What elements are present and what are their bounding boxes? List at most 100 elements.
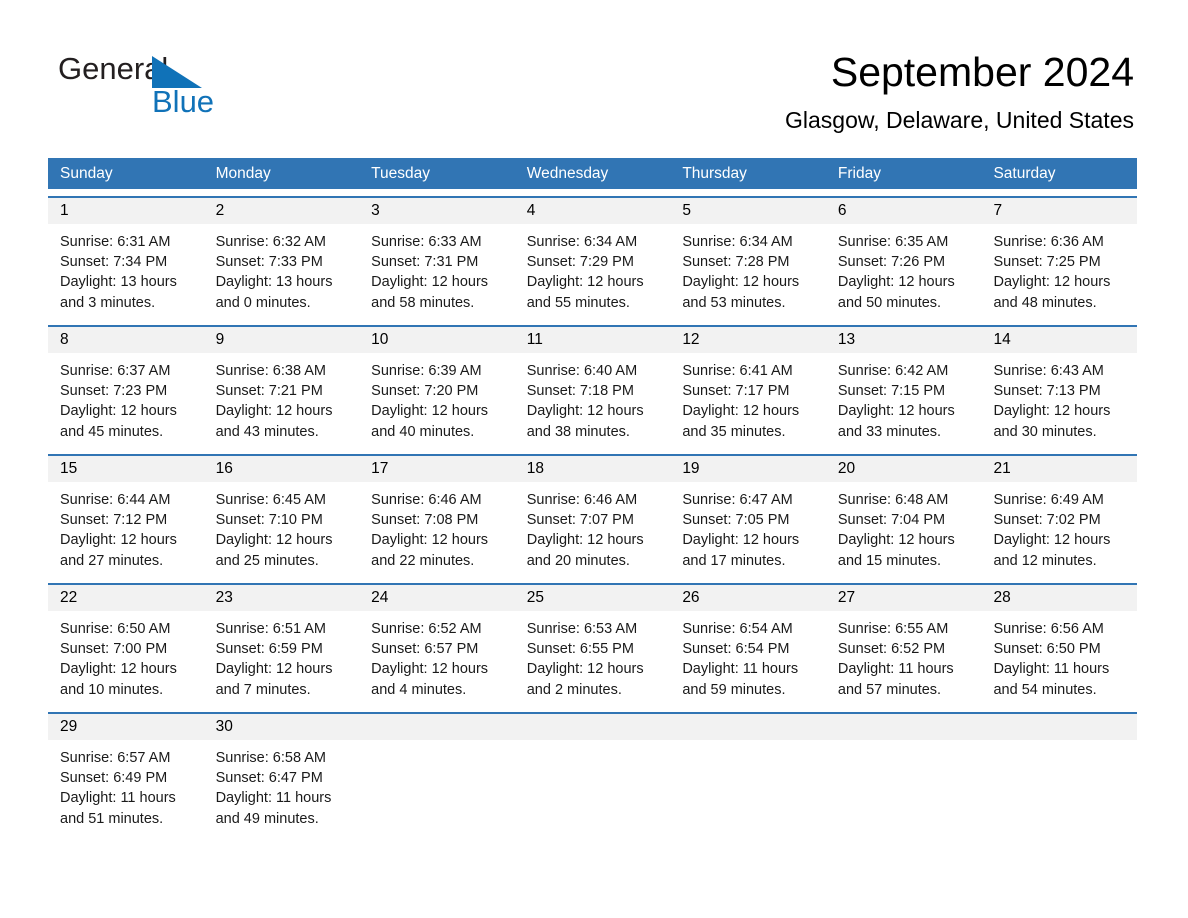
calendar-page: General Blue September 2024 Glasgow, Del…	[0, 0, 1188, 918]
daylight-text-line1: Daylight: 12 hours	[60, 661, 177, 678]
day-number: 10	[359, 327, 515, 353]
day-cell-empty	[359, 714, 515, 834]
day-cell[interactable]: 16 Sunrise: 6:45 AM Sunset: 7:10 PM Dayl…	[203, 456, 360, 576]
daylight-text-line2: and 51 minutes.	[60, 810, 164, 827]
day-cell[interactable]: 28 Sunrise: 6:56 AM Sunset: 6:50 PM Dayl…	[981, 585, 1138, 705]
day-cell[interactable]: 11 Sunrise: 6:40 AM Sunset: 7:18 PM Dayl…	[514, 327, 671, 447]
daylight-text-line1: Daylight: 13 hours	[60, 274, 177, 291]
day-details: Sunrise: 6:45 AM Sunset: 7:10 PM Dayligh…	[204, 482, 360, 571]
day-cell[interactable]: 5 Sunrise: 6:34 AM Sunset: 7:28 PM Dayli…	[670, 198, 826, 318]
day-cell[interactable]: 24 Sunrise: 6:52 AM Sunset: 6:57 PM Dayl…	[359, 585, 515, 705]
day-details: Sunrise: 6:53 AM Sunset: 6:55 PM Dayligh…	[515, 611, 671, 700]
day-cell[interactable]: 20 Sunrise: 6:48 AM Sunset: 7:04 PM Dayl…	[825, 456, 982, 576]
day-cell[interactable]: 6 Sunrise: 6:35 AM Sunset: 7:26 PM Dayli…	[825, 198, 982, 318]
day-cell-empty	[981, 714, 1138, 834]
sunset-text: Sunset: 7:08 PM	[371, 512, 479, 529]
day-cell[interactable]: 19 Sunrise: 6:47 AM Sunset: 7:05 PM Dayl…	[670, 456, 826, 576]
day-cell[interactable]: 15 Sunrise: 6:44 AM Sunset: 7:12 PM Dayl…	[48, 456, 204, 576]
day-number: 20	[825, 456, 982, 482]
day-number	[670, 714, 826, 740]
day-cell[interactable]: 13 Sunrise: 6:42 AM Sunset: 7:15 PM Dayl…	[825, 327, 982, 447]
daylight-text-line1: Daylight: 12 hours	[682, 403, 800, 420]
day-details: Sunrise: 6:57 AM Sunset: 6:49 PM Dayligh…	[48, 740, 204, 829]
day-cell[interactable]: 29 Sunrise: 6:57 AM Sunset: 6:49 PM Dayl…	[48, 714, 204, 834]
day-cell[interactable]: 3 Sunrise: 6:33 AM Sunset: 7:31 PM Dayli…	[359, 198, 515, 318]
day-cell[interactable]: 23 Sunrise: 6:51 AM Sunset: 6:59 PM Dayl…	[203, 585, 360, 705]
week-row: 29 Sunrise: 6:57 AM Sunset: 6:49 PM Dayl…	[48, 712, 1138, 834]
daylight-text-line1: Daylight: 12 hours	[526, 661, 644, 678]
day-details: Sunrise: 6:52 AM Sunset: 6:57 PM Dayligh…	[359, 611, 515, 700]
day-number: 21	[981, 456, 1138, 482]
sunset-text: Sunset: 6:52 PM	[837, 641, 946, 658]
sunset-text: Sunset: 6:49 PM	[60, 770, 168, 787]
sunrise-text: Sunrise: 6:37 AM	[60, 363, 171, 379]
day-number: 13	[825, 327, 982, 353]
day-cell[interactable]: 7 Sunrise: 6:36 AM Sunset: 7:25 PM Dayli…	[981, 198, 1138, 318]
day-details: Sunrise: 6:50 AM Sunset: 7:00 PM Dayligh…	[48, 611, 204, 700]
daylight-text-line1: Daylight: 12 hours	[215, 532, 333, 549]
day-details: Sunrise: 6:41 AM Sunset: 7:17 PM Dayligh…	[670, 353, 826, 442]
sunset-text: Sunset: 7:12 PM	[60, 512, 168, 529]
sunrise-text: Sunrise: 6:35 AM	[837, 234, 949, 250]
sunset-text: Sunset: 6:55 PM	[526, 641, 634, 658]
daylight-text-line2: and 49 minutes.	[215, 810, 319, 827]
sunrise-text: Sunrise: 6:46 AM	[526, 492, 638, 508]
day-number: 12	[670, 327, 826, 353]
day-cell[interactable]: 9 Sunrise: 6:38 AM Sunset: 7:21 PM Dayli…	[203, 327, 360, 447]
day-cell[interactable]: 4 Sunrise: 6:34 AM Sunset: 7:29 PM Dayli…	[514, 198, 671, 318]
day-details: Sunrise: 6:51 AM Sunset: 6:59 PM Dayligh…	[204, 611, 360, 700]
day-number: 6	[825, 198, 982, 224]
sunset-text: Sunset: 7:18 PM	[526, 383, 634, 400]
daylight-text-line2: and 38 minutes.	[526, 423, 630, 440]
daylight-text-line1: Daylight: 12 hours	[526, 532, 644, 549]
day-cell[interactable]: 30 Sunrise: 6:58 AM Sunset: 6:47 PM Dayl…	[203, 714, 360, 834]
day-number	[981, 714, 1138, 740]
day-cell[interactable]: 17 Sunrise: 6:46 AM Sunset: 7:08 PM Dayl…	[359, 456, 515, 576]
day-cell[interactable]: 22 Sunrise: 6:50 AM Sunset: 7:00 PM Dayl…	[48, 585, 204, 705]
day-cell[interactable]: 12 Sunrise: 6:41 AM Sunset: 7:17 PM Dayl…	[670, 327, 826, 447]
day-cell[interactable]: 27 Sunrise: 6:55 AM Sunset: 6:52 PM Dayl…	[825, 585, 982, 705]
day-cell[interactable]: 18 Sunrise: 6:46 AM Sunset: 7:07 PM Dayl…	[514, 456, 671, 576]
daylight-text-line2: and 12 minutes.	[993, 552, 1097, 569]
day-cell[interactable]: 10 Sunrise: 6:39 AM Sunset: 7:20 PM Dayl…	[359, 327, 515, 447]
sunrise-text: Sunrise: 6:45 AM	[215, 492, 326, 508]
day-details: Sunrise: 6:49 AM Sunset: 7:02 PM Dayligh…	[981, 482, 1137, 571]
sunrise-text: Sunrise: 6:47 AM	[682, 492, 793, 508]
brand-name-bottom: Blue	[152, 84, 215, 119]
sunset-text: Sunset: 7:21 PM	[215, 383, 323, 400]
sunset-text: Sunset: 7:31 PM	[371, 254, 479, 271]
day-cell[interactable]: 25 Sunrise: 6:53 AM Sunset: 6:55 PM Dayl…	[514, 585, 671, 705]
week-row: 15 Sunrise: 6:44 AM Sunset: 7:12 PM Dayl…	[48, 454, 1138, 576]
day-cell-empty	[825, 714, 982, 834]
day-details: Sunrise: 6:56 AM Sunset: 6:50 PM Dayligh…	[981, 611, 1137, 700]
daylight-text-line2: and 57 minutes.	[837, 681, 942, 698]
sunrise-text: Sunrise: 6:44 AM	[60, 492, 171, 508]
daylight-text-line1: Daylight: 12 hours	[371, 403, 489, 420]
day-number: 30	[203, 714, 360, 740]
day-cell[interactable]: 26 Sunrise: 6:54 AM Sunset: 6:54 PM Dayl…	[670, 585, 826, 705]
daylight-text-line1: Daylight: 11 hours	[993, 661, 1110, 678]
daylight-text-line1: Daylight: 12 hours	[837, 274, 955, 291]
sunset-text: Sunset: 7:20 PM	[371, 383, 479, 400]
day-cell[interactable]: 21 Sunrise: 6:49 AM Sunset: 7:02 PM Dayl…	[981, 456, 1138, 576]
sunrise-text: Sunrise: 6:34 AM	[526, 234, 638, 250]
sunrise-text: Sunrise: 6:39 AM	[371, 363, 482, 379]
calendar-grid: Sunday Monday Tuesday Wednesday Thursday…	[48, 158, 1138, 834]
day-cell[interactable]: 1 Sunrise: 6:31 AM Sunset: 7:34 PM Dayli…	[48, 198, 204, 318]
daylight-text-line2: and 0 minutes.	[215, 294, 311, 311]
sunrise-text: Sunrise: 6:50 AM	[60, 621, 171, 637]
sunrise-text: Sunrise: 6:58 AM	[215, 750, 326, 766]
sunrise-text: Sunrise: 6:38 AM	[215, 363, 326, 379]
day-number: 2	[203, 198, 360, 224]
day-details: Sunrise: 6:46 AM Sunset: 7:08 PM Dayligh…	[359, 482, 515, 571]
day-cell[interactable]: 2 Sunrise: 6:32 AM Sunset: 7:33 PM Dayli…	[203, 198, 360, 318]
week-row: 22 Sunrise: 6:50 AM Sunset: 7:00 PM Dayl…	[48, 583, 1138, 705]
weekday-thursday: Thursday	[682, 165, 747, 182]
day-details: Sunrise: 6:34 AM Sunset: 7:29 PM Dayligh…	[515, 224, 671, 313]
daylight-text-line2: and 40 minutes.	[371, 423, 475, 440]
daylight-text-line2: and 27 minutes.	[60, 552, 164, 569]
daylight-text-line1: Daylight: 12 hours	[526, 274, 644, 291]
sunrise-text: Sunrise: 6:31 AM	[60, 234, 171, 250]
day-cell[interactable]: 14 Sunrise: 6:43 AM Sunset: 7:13 PM Dayl…	[981, 327, 1138, 447]
day-cell[interactable]: 8 Sunrise: 6:37 AM Sunset: 7:23 PM Dayli…	[48, 327, 204, 447]
